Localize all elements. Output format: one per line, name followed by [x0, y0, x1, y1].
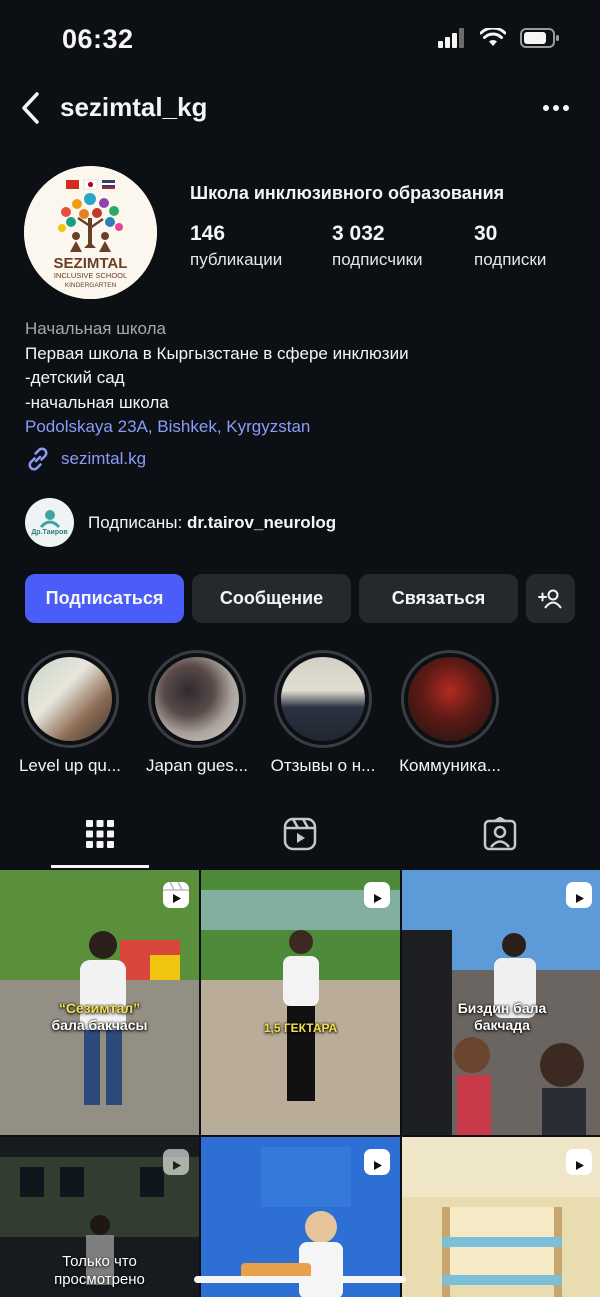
- status-bar: 06:32: [0, 0, 600, 80]
- bio-line: -детский сад: [25, 368, 125, 387]
- followed-by-text: Подписаны: dr.tairov_neurolog: [88, 513, 336, 533]
- reel-badge-icon: [364, 882, 390, 908]
- website-link[interactable]: sezimtal.kg: [25, 446, 146, 472]
- reels-icon: [283, 817, 317, 851]
- post-caption-line: “Сезимтал”: [58, 1000, 141, 1016]
- top-nav: sezimtal_kg: [0, 80, 600, 136]
- status-time: 06:32: [62, 24, 134, 54]
- reel-badge-icon: [163, 1149, 189, 1175]
- post-caption-line: бала бакчасы: [51, 1017, 148, 1033]
- more-options-button[interactable]: [542, 94, 570, 122]
- profile-avatar[interactable]: SEZIMTAL INCLUSIVE SCHOOL KINDERGARTEN: [24, 166, 157, 299]
- highlight-item[interactable]: Отзывы о н...: [260, 650, 386, 776]
- contact-button[interactable]: Связаться: [359, 574, 518, 623]
- post-caption-line: Биздин бала: [457, 1000, 547, 1016]
- stat-followers[interactable]: 3 032 подписчики: [332, 222, 474, 270]
- highlight-label: Japan gues...: [145, 756, 249, 775]
- profile-username: sezimtal_kg: [60, 92, 208, 122]
- profile-stats: 146 публикации 3 032 подписчики 30 подпи…: [190, 222, 546, 270]
- cellular-signal-icon: [438, 28, 464, 48]
- highlight-label: Отзывы о н...: [270, 756, 376, 775]
- highlight-item[interactable]: Коммуника...: [387, 650, 513, 776]
- post-thumbnail[interactable]: “Сезимтал” бала бакчасы: [0, 870, 199, 1135]
- highlight-cover: [408, 657, 492, 741]
- follow-button[interactable]: Подписаться: [25, 574, 184, 623]
- highlight-label: Коммуника...: [399, 756, 501, 775]
- reel-badge-icon: [364, 1149, 390, 1175]
- stat-value: 3 032: [332, 222, 385, 245]
- reel-badge-icon: [163, 881, 189, 908]
- followed-by-user: dr.tairov_neurolog: [186, 512, 337, 532]
- post-thumbnail[interactable]: [402, 1137, 600, 1297]
- highlight-ring: [148, 650, 246, 748]
- link-icon: [28, 447, 48, 471]
- posts-grid: “Сезимтал” бала бакчасы 1,5 ГЕКТАРА Бизд…: [0, 870, 600, 1297]
- highlight-label: Level up qu...: [18, 756, 122, 775]
- post-caption-line: бакчада: [474, 1017, 530, 1033]
- back-button[interactable]: [12, 88, 48, 128]
- post-caption: Биздин бала бакчада: [402, 1000, 600, 1034]
- follower-avatar: Др.Таиров: [25, 498, 74, 547]
- highlight-cover: [155, 657, 239, 741]
- highlight-item[interactable]: Japan gues...: [134, 650, 260, 776]
- highlight-cover: [28, 657, 112, 741]
- stat-following[interactable]: 30 подписки: [474, 222, 546, 270]
- suggest-people-button[interactable]: [526, 574, 575, 623]
- stat-posts[interactable]: 146 публикации: [190, 222, 332, 270]
- followed-by[interactable]: Др.Таиров Подписаны: dr.tairov_neurolog: [25, 498, 336, 547]
- post-thumbnail[interactable]: [201, 1137, 400, 1297]
- bio-line: -начальная школа: [25, 392, 169, 412]
- watched-line: Только что: [62, 1253, 137, 1270]
- back-chevron-icon: [22, 92, 39, 124]
- bio-category: Начальная школа: [25, 319, 166, 338]
- home-indicator[interactable]: [194, 1276, 406, 1283]
- tab-posts-grid[interactable]: [0, 800, 200, 868]
- watched-line: просмотрено: [54, 1271, 145, 1288]
- profile-tabs: [0, 800, 600, 868]
- highlight-ring: [274, 650, 372, 748]
- highlight-item[interactable]: Level up qu...: [7, 650, 133, 776]
- active-tab-indicator: [51, 865, 149, 868]
- clinic-logo-icon: [39, 510, 60, 529]
- post-thumbnail[interactable]: Биздин бала бакчада: [402, 870, 600, 1135]
- wifi-icon: [480, 28, 506, 46]
- reel-badge-icon: [566, 1149, 592, 1175]
- stat-label: публикации: [190, 250, 283, 269]
- reel-badge-icon: [566, 882, 592, 908]
- more-dots-icon: [543, 105, 569, 111]
- bio-address-link[interactable]: Podolskaya 23A, Bishkek, Kyrgyzstan: [25, 415, 585, 440]
- add-person-icon: [537, 589, 562, 609]
- highlight-ring: [21, 650, 119, 748]
- stat-label: подписки: [474, 250, 547, 269]
- post-thumbnail[interactable]: 1,5 ГЕКТАРА: [201, 870, 400, 1135]
- tab-reels[interactable]: [200, 800, 400, 868]
- watched-overlay: Только что просмотрено: [0, 1253, 199, 1289]
- followed-by-prefix: Подписаны:: [88, 512, 187, 532]
- post-thumbnail[interactable]: Только что просмотрено: [0, 1137, 199, 1297]
- follower-avatar-text: Др.Таиров: [31, 529, 68, 536]
- post-caption: “Сезимтал” бала бакчасы: [0, 1000, 199, 1034]
- highlight-ring: [401, 650, 499, 748]
- profile-actions: Подписаться Сообщение Связаться: [25, 574, 575, 623]
- message-button[interactable]: Сообщение: [192, 574, 351, 623]
- grid-icon: [86, 820, 114, 848]
- logo-sub1-text: INCLUSIVE SCHOOL: [54, 271, 127, 280]
- status-icons: [438, 28, 560, 48]
- website-text: sezimtal.kg: [61, 449, 147, 468]
- stat-value: 30: [474, 222, 498, 245]
- bio-line: Первая школа в Кыргызстане в сфере инклю…: [25, 343, 409, 363]
- profile-category-title: Школа инклюзивного образования: [190, 183, 505, 203]
- tab-tagged[interactable]: [400, 800, 600, 868]
- tagged-icon: [483, 817, 517, 851]
- stat-label: подписчики: [332, 250, 423, 269]
- logo-name-text: SEZIMTAL: [54, 255, 128, 272]
- post-caption: 1,5 ГЕКТАРА: [263, 1021, 338, 1035]
- logo-sub2-text: KINDERGARTEN: [65, 282, 117, 289]
- stat-value: 146: [190, 222, 226, 245]
- profile-bio: Начальная школа Первая школа в Кыргызста…: [25, 317, 585, 440]
- story-highlights: Level up qu... Japan gues... Отзывы о н.…: [0, 650, 600, 780]
- school-logo: SEZIMTAL INCLUSIVE SCHOOL KINDERGARTEN: [24, 166, 157, 299]
- battery-icon: [520, 28, 559, 48]
- highlight-cover: [281, 657, 365, 741]
